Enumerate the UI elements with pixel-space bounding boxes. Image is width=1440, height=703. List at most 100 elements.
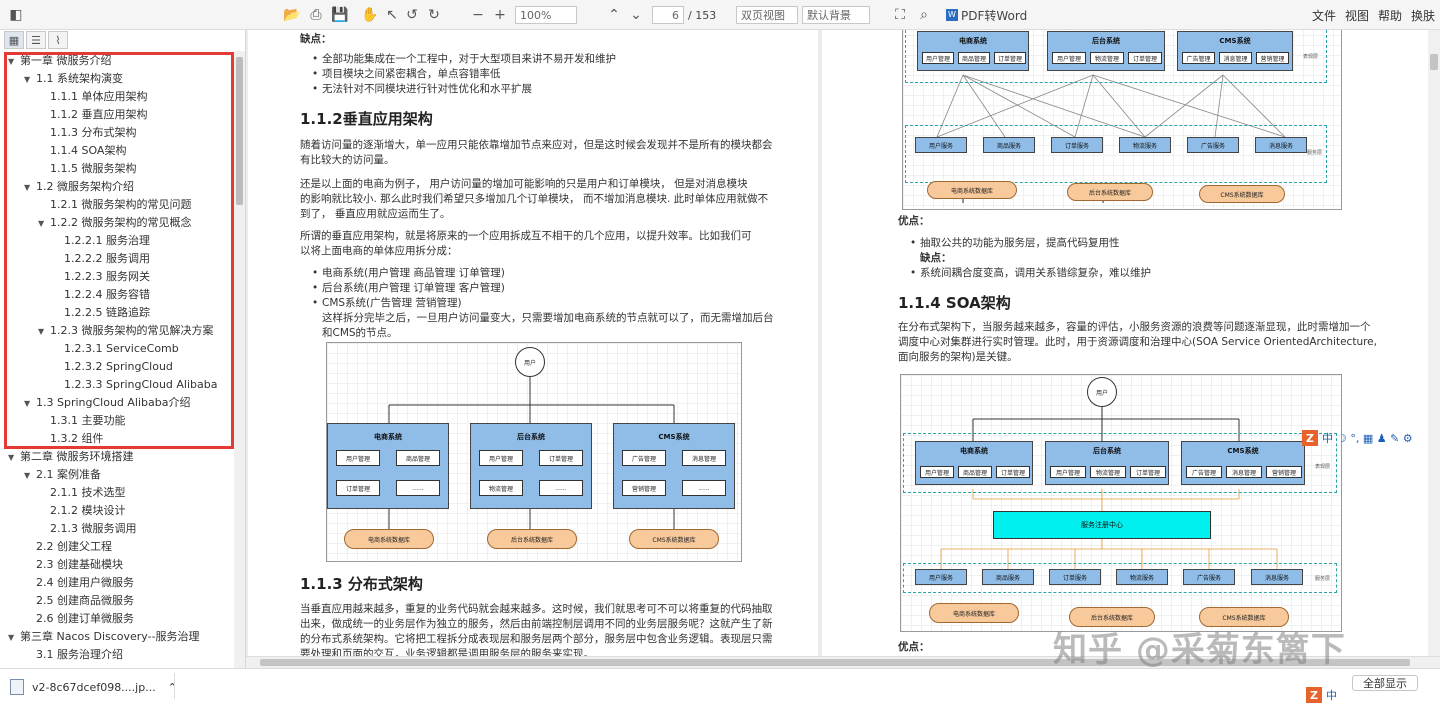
thumbnails-tab[interactable]: ▦ [4, 31, 24, 49]
pdf-to-word-button[interactable]: W PDF转Word [946, 5, 1027, 25]
expand-triangle-icon[interactable]: ▼ [38, 323, 50, 341]
split-item: 后台系统(用户管理 订单管理 客户管理) [312, 281, 505, 296]
ime-mode[interactable]: 中 [1322, 430, 1333, 446]
outline-item[interactable]: ▼ 1.3 SpringCloud Alibaba介绍 [24, 394, 191, 412]
outline-item[interactable]: ▼ 2.1 案例准备 [24, 466, 101, 484]
zoom-input[interactable]: 100% [515, 6, 577, 24]
open-file-icon[interactable]: 📂 [282, 5, 302, 25]
outline-item[interactable]: 1.2.3.3 SpringCloud Alibaba [64, 376, 217, 394]
outline-item[interactable]: 3.1 服务治理介绍 [36, 646, 123, 664]
outline-item-label: 1.2.2.3 服务网关 [64, 270, 150, 283]
paragraph-line: 要处理和页面的交互，业务逻辑都是调用服务层的服务来实现。 [300, 648, 594, 656]
outline-item[interactable]: ▼ 第一章 微服务介绍 [8, 52, 112, 70]
outline-item[interactable]: 2.1.2 模块设计 [50, 502, 126, 520]
menu-skin[interactable]: 换肤 [1411, 5, 1435, 25]
outline-item[interactable]: ▼ 第二章 微服务环境搭建 [8, 448, 134, 466]
expand-triangle-icon[interactable]: ▼ [38, 215, 50, 233]
show-all-button[interactable]: 全部显示 [1352, 675, 1418, 691]
outline-item-label: 1.2.2.1 服务治理 [64, 234, 150, 247]
search-icon[interactable]: ⌕ [914, 5, 934, 25]
outline-item[interactable]: 1.2.3.2 SpringCloud [64, 358, 173, 376]
outline-item[interactable]: 2.4 创建用户微服务 [36, 574, 134, 592]
download-item[interactable]: v2-8c67dcef098....jp... ⌃ [10, 675, 177, 699]
page-number-input[interactable]: 6 [652, 6, 684, 24]
service-box: 订单服务 [1049, 569, 1101, 585]
outline-item[interactable]: 1.2.2.2 服务调用 [64, 250, 150, 268]
outline-item[interactable]: ▼ 1.2.3 微服务架构的常见解决方案 [38, 322, 214, 340]
outline-item-label: 3.1 服务治理介绍 [36, 648, 123, 661]
outline-tab[interactable]: ☰ [26, 31, 46, 49]
outline-item-label: 1.2.2 微服务架构的常见概念 [50, 216, 192, 229]
sidebar-scroll-thumb[interactable] [236, 57, 243, 205]
expand-triangle-icon[interactable]: ▼ [8, 449, 20, 467]
outline-item[interactable]: 1.3.2 组件 [50, 430, 104, 448]
outline-item[interactable]: 2.6 创建订单微服务 [36, 610, 134, 628]
outline-item[interactable]: 1.2.1 微服务架构的常见问题 [50, 196, 192, 214]
outline-item[interactable]: 2.5 创建商品微服务 [36, 592, 134, 610]
service-box: 消息服务 [1251, 569, 1303, 585]
outline-item[interactable]: 1.2.2.1 服务治理 [64, 232, 150, 250]
outline-item-label: 1.1.1 单体应用架构 [50, 90, 148, 103]
outline-item[interactable]: 2.1.3 微服务调用 [50, 520, 137, 538]
zoom-out-icon[interactable]: − [468, 5, 488, 25]
menu-view[interactable]: 视图 [1345, 5, 1369, 25]
hand-tool-icon[interactable]: ✋ [360, 5, 380, 25]
paragraph-line: 以将上面电商的单体应用拆分成： [300, 245, 458, 257]
rotate-right-icon[interactable]: ↻ [424, 5, 444, 25]
prev-page-icon[interactable]: ⌃ [604, 5, 624, 25]
menu-file[interactable]: 文件 [1312, 5, 1336, 25]
expand-triangle-icon[interactable]: ▼ [24, 467, 36, 485]
expand-triangle-icon[interactable]: ▼ [24, 71, 36, 89]
outline-item[interactable]: 1.1.4 SOA架构 [50, 142, 126, 160]
outline-item[interactable]: ▼ 第三章 Nacos Discovery--服务治理 [8, 628, 200, 646]
outline-item[interactable]: 1.1.1 单体应用架构 [50, 88, 148, 106]
outline-item[interactable]: 1.1.3 分布式架构 [50, 124, 137, 142]
module-box: 商品管理 [958, 52, 990, 64]
expand-triangle-icon[interactable]: ▼ [24, 179, 36, 197]
print-icon[interactable]: ⎙ [306, 5, 326, 25]
pros-item: 抽取公共的功能为服务层，提高代码复用性 [910, 236, 1119, 251]
attachments-tab[interactable]: ⌇ [48, 31, 68, 49]
ime-toolbar[interactable]: Z 中 ☽ °, ▦ ♟ ✎ ⚙ [1302, 430, 1413, 446]
sidebar-scrollbar[interactable] [234, 51, 245, 668]
outline-item[interactable]: 2.2 创建父工程 [36, 538, 112, 556]
outline-item[interactable]: 2.1.1 技术选型 [50, 484, 126, 502]
rotate-left-icon[interactable]: ↺ [402, 5, 422, 25]
module-box: 用户管理 [920, 466, 954, 478]
outline-item[interactable]: ▼ 1.2 微服务架构介绍 [24, 178, 134, 196]
outline-item[interactable]: 1.1.2 垂直应用架构 [50, 106, 148, 124]
database-node: CMS系统数据库 [629, 529, 719, 549]
select-tool-icon[interactable]: ↖ [382, 5, 402, 25]
viewer-scroll-thumb[interactable] [1430, 54, 1438, 70]
outline-item-label: 1.3.2 组件 [50, 432, 104, 445]
save-icon[interactable]: 💾 [330, 5, 350, 25]
outline-item[interactable]: 1.1.5 微服务架构 [50, 160, 137, 178]
outline-item[interactable]: 1.3.1 主要功能 [50, 412, 126, 430]
outline-item[interactable]: 1.2.3.1 ServiceComb [64, 340, 179, 358]
outline-item[interactable]: 1.2.2.4 服务容错 [64, 286, 150, 304]
module-box: 订单管理 [1130, 466, 1166, 478]
expand-triangle-icon[interactable]: ▼ [24, 395, 36, 413]
menu-help[interactable]: 帮助 [1378, 5, 1402, 25]
view-mode-select[interactable]: 双页视图 [736, 6, 798, 24]
module-box: 商品管理 [396, 450, 440, 466]
next-page-icon[interactable]: ⌄ [626, 5, 646, 25]
outline-item[interactable]: 1.2.2.3 服务网关 [64, 268, 150, 286]
outline-item[interactable]: 1.2.2.5 链路追踪 [64, 304, 150, 322]
chevron-up-icon[interactable]: ⌃ [168, 681, 177, 694]
outline-item-label: 第二章 微服务环境搭建 [20, 450, 134, 463]
ime-symbols[interactable]: ☽ °, ▦ ♟ ✎ ⚙ [1337, 432, 1413, 445]
background-select[interactable]: 默认背景 [802, 6, 870, 24]
viewer-scrollbar[interactable] [1428, 30, 1440, 656]
zoom-in-icon[interactable]: + [490, 5, 510, 25]
outline-item-label: 2.5 创建商品微服务 [36, 594, 134, 607]
toggle-sidebar-icon[interactable]: ◧ [6, 5, 26, 25]
module-box: 物流管理 [1090, 52, 1124, 64]
outline-item[interactable]: ▼ 1.2.2 微服务架构的常见概念 [38, 214, 192, 232]
expand-triangle-icon[interactable]: ▼ [8, 629, 20, 647]
outline-item[interactable]: 2.3 创建基础模块 [36, 556, 123, 574]
expand-triangle-icon[interactable]: ▼ [8, 53, 20, 71]
fullscreen-icon[interactable]: ⛶ [890, 5, 910, 25]
outline-item[interactable]: ▼ 1.1 系统架构演变 [24, 70, 123, 88]
service-box: 广告服务 [1187, 137, 1239, 153]
